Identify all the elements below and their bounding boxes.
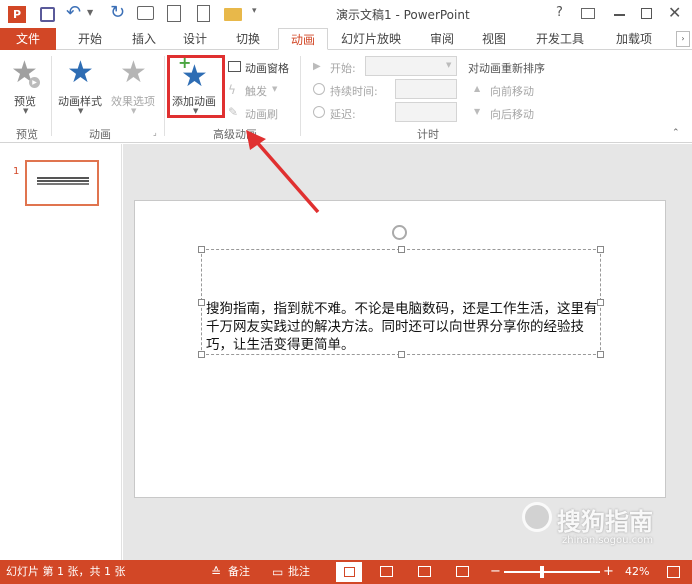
slide-sorter-icon[interactable]: [380, 566, 393, 577]
notes-button[interactable]: 备注: [228, 560, 250, 584]
status-bar: 幻灯片 第 1 张，共 1 张 ≙ 备注 ▭ 批注 − + 42%: [0, 560, 692, 584]
watermark-brand: 搜狗指南: [557, 508, 653, 536]
comments-icon[interactable]: ▭: [272, 560, 283, 584]
annotation-arrow-line: [253, 138, 320, 214]
normal-view-icon: [344, 567, 355, 577]
annotation-arrow: [246, 130, 320, 214]
comments-button[interactable]: 批注: [288, 560, 310, 584]
reading-view-icon[interactable]: [418, 566, 431, 577]
slide-show-view-icon[interactable]: [456, 566, 469, 577]
slide-count: 幻灯片 第 1 张，共 1 张: [6, 565, 126, 578]
zoom-level[interactable]: 42%: [625, 560, 649, 584]
watermark: 搜狗指南 zhinan.sogou.com: [522, 498, 682, 548]
notes-icon[interactable]: ≙: [211, 560, 221, 584]
zoom-slider-thumb[interactable]: [539, 566, 544, 578]
fit-slide-icon[interactable]: [667, 566, 680, 578]
zoom-out-button[interactable]: −: [490, 560, 501, 584]
watermark-url: zhinan.sogou.com: [562, 535, 654, 546]
watermark-logo-icon: [522, 502, 552, 532]
normal-view-button[interactable]: [336, 562, 362, 582]
zoom-in-button[interactable]: +: [603, 560, 614, 584]
zoom-slider[interactable]: [504, 566, 600, 578]
